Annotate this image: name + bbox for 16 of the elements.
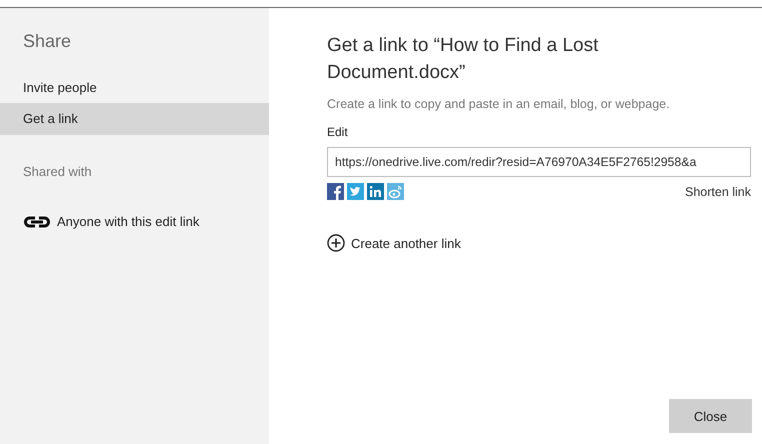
shared-entry: Anyone with this edit link bbox=[57, 214, 200, 229]
create-link[interactable]: Create another link bbox=[351, 236, 461, 250]
plus-icon[interactable] bbox=[327, 234, 345, 252]
link-field[interactable]: https://onedrive.live.com/redir?resid=A76970A34E5F2765!2958&a bbox=[327, 147, 751, 177]
sidebar-item[interactable]: Invite people bbox=[0, 77, 269, 103]
close-button[interactable]: Close bbox=[669, 399, 752, 433]
facebook-icon[interactable] bbox=[327, 183, 344, 200]
shorten-link[interactable]: Shorten link bbox=[684, 184, 751, 198]
permission-label: Edit bbox=[327, 125, 349, 139]
linkedin-icon[interactable] bbox=[367, 183, 384, 200]
description: Create a link to copy and paste in an email, blog, or webpage. bbox=[327, 97, 671, 111]
link-icon bbox=[23, 214, 51, 228]
sidebar-item[interactable]: Get a link bbox=[0, 103, 269, 135]
dialog-title: Get a link to “How to Find a Lost Document.docx” bbox=[327, 34, 600, 85]
panel-title: Share bbox=[22, 30, 72, 52]
section-heading: Shared with bbox=[22, 163, 93, 179]
